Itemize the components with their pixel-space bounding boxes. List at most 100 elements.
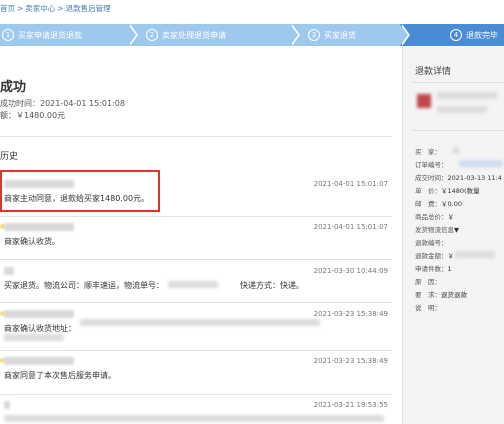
detail-row-refund-no: 退款编号： <box>415 237 448 247</box>
entry-date: 2021-03-21 19:53:55 <box>313 401 388 409</box>
detail-row-order-no: 订单编号： <box>415 159 448 169</box>
detail-row-refund-amount: 退款金额：￥ <box>415 250 454 260</box>
row-label: 买 家： <box>415 148 441 156</box>
product-thumbnail[interactable] <box>417 94 431 108</box>
blurred-order-no <box>459 160 503 167</box>
step-label: 买家退货 <box>324 30 356 40</box>
row-value: ￥ <box>447 213 455 221</box>
progress-steps: 1 买家申请退货退款 2 卖家处理退货申请 3 买家退货 4 退款完毕 <box>0 24 504 46</box>
entry-message: 商家确认收货。 <box>4 237 60 246</box>
row-label: 订单编号： <box>415 161 448 169</box>
row-label: 说 明： <box>415 304 441 312</box>
divider <box>0 136 392 137</box>
blurred-tracking-number <box>168 281 218 288</box>
step-number: 1 <box>2 29 14 41</box>
detail-row-buyer: 买 家： <box>415 146 441 156</box>
row-value: 2021-03-13 11:4 <box>447 174 502 182</box>
history-entry: 2021-04-01 15:01:07 商家确认收货。 <box>0 223 392 253</box>
entry-date: 2021-03-23 15:38:49 <box>313 310 388 318</box>
breadcrumb-refund-mgmt[interactable]: 退款售后管理 <box>66 4 111 13</box>
detail-row-price: 单 价：￥1480(数量 <box>415 185 480 195</box>
detail-row-postage: 邮 费：￥0.00 <box>415 198 462 208</box>
detail-row-reason: 原 因： <box>415 276 441 286</box>
breadcrumb-sep: > <box>17 4 24 13</box>
refund-main-panel: 成功 成功时间：2021-04-01 15:01:08 额：￥1480.00元 … <box>0 54 400 424</box>
history-entry: 2021-03-23 15:38:49 商家同意了本次售后服务申请。 <box>0 357 392 387</box>
row-label: 要 求： <box>415 291 441 299</box>
divider <box>0 216 392 217</box>
detail-row-request: 要 求：退货退款 <box>415 289 467 299</box>
entry-message: 商家确认收货地址： <box>4 324 76 333</box>
blurred-username <box>4 401 10 409</box>
detail-title: 退款详情 <box>415 67 452 77</box>
step-number: 4 <box>450 29 462 41</box>
entry-date: 2021-04-01 15:01:07 <box>313 180 388 188</box>
entry-message: 商家同意了本次售后服务申请。 <box>4 371 116 380</box>
breadcrumb-sep: > <box>57 4 64 13</box>
entry-date: 2021-03-23 15:38:49 <box>313 357 388 365</box>
blurred-username <box>4 357 74 365</box>
row-value: 退货退款 <box>441 291 467 299</box>
detail-row-deal-time: 成交时间：2021-03-13 11:4 <box>415 172 502 182</box>
blurred-username <box>4 310 74 318</box>
divider <box>0 259 392 260</box>
step-3: 3 买家退货 <box>290 24 410 46</box>
step-2: 2 卖家处理退货申请 <box>128 24 300 46</box>
history-entry: 2021-03-21 19:53:55 <box>0 401 392 424</box>
row-label: 原 因： <box>415 278 441 286</box>
entry-message-suffix: 快递方式：快递。 <box>240 281 304 290</box>
entry-date: 2021-04-01 15:01:07 <box>313 223 388 231</box>
blurred-address <box>4 334 64 341</box>
row-label: 单 价： <box>415 187 441 195</box>
row-label: 邮 费： <box>415 200 441 208</box>
row-label: 退款编号： <box>415 239 448 247</box>
blurred-buyer <box>453 147 459 154</box>
row-label: 退款金额： <box>415 252 448 260</box>
blurred-product-name <box>437 106 487 113</box>
row-label: 成交时间： <box>415 174 448 182</box>
blurred-message <box>4 415 384 422</box>
divider <box>0 394 392 395</box>
divider <box>411 82 504 83</box>
detail-row-total: 商品总价：￥ <box>415 211 454 221</box>
step-1: 1 买家申请退货退款 <box>0 24 138 46</box>
entry-date: 2021-03-30 10:44:09 <box>313 267 388 275</box>
step-label: 卖家处理退货申请 <box>162 30 226 40</box>
blurred-username <box>4 223 74 231</box>
step-4: 4 退款完毕 <box>400 24 504 46</box>
history-entry: 2021-03-30 10:44:09 买家退货。物流公司：顺丰速运，物流单号：… <box>0 267 392 297</box>
blurred-product-name <box>437 92 497 99</box>
row-value: ￥0.00 <box>441 200 462 208</box>
blurred-address <box>80 319 320 326</box>
row-value: ￥1480(数量 <box>441 187 480 195</box>
detail-row-note: 说 明： <box>415 302 441 312</box>
divider <box>411 130 504 131</box>
status-title: 成功 <box>0 80 27 95</box>
history-title: 历史 <box>0 152 19 162</box>
shipping-info-toggle[interactable]: 发货物流信息▼ <box>415 224 459 234</box>
step-number: 2 <box>146 29 158 41</box>
breadcrumb-home[interactable]: 首页 <box>0 4 15 13</box>
entry-message: 买家退货。物流公司：顺丰速运，物流单号： <box>4 281 164 290</box>
blurred-username <box>4 267 14 275</box>
row-label: 商品总价： <box>415 213 448 221</box>
divider <box>0 302 392 303</box>
breadcrumb: 首页 > 卖家中心 > 退款售后管理 <box>0 0 504 16</box>
row-value: ￥ <box>447 252 455 260</box>
row-label: 申请件数： <box>415 265 448 273</box>
divider <box>0 350 392 351</box>
refund-amount: 额：￥1480.00元 <box>0 111 66 120</box>
row-value: 1 <box>447 265 452 273</box>
highlight-box <box>0 170 160 212</box>
detail-row-quantity: 申请件数：1 <box>415 263 452 273</box>
step-label: 退款完毕 <box>466 30 498 40</box>
blurred-refund-amount <box>455 251 495 258</box>
step-number: 3 <box>308 29 320 41</box>
success-time: 成功时间：2021-04-01 15:01:08 <box>0 99 125 108</box>
row-label: 发货物流信息 <box>415 226 454 234</box>
chevron-down-icon: ▼ <box>454 226 459 234</box>
breadcrumb-seller-center[interactable]: 卖家中心 <box>25 4 55 13</box>
refund-detail-panel: 退款详情 买 家： 订单编号： 成交时间：2021-03-13 11:4 单 价… <box>402 46 504 424</box>
history-entry: 2021-03-23 15:38:49 商家确认收货地址： <box>0 310 392 350</box>
step-label: 买家申请退货退款 <box>18 30 82 40</box>
